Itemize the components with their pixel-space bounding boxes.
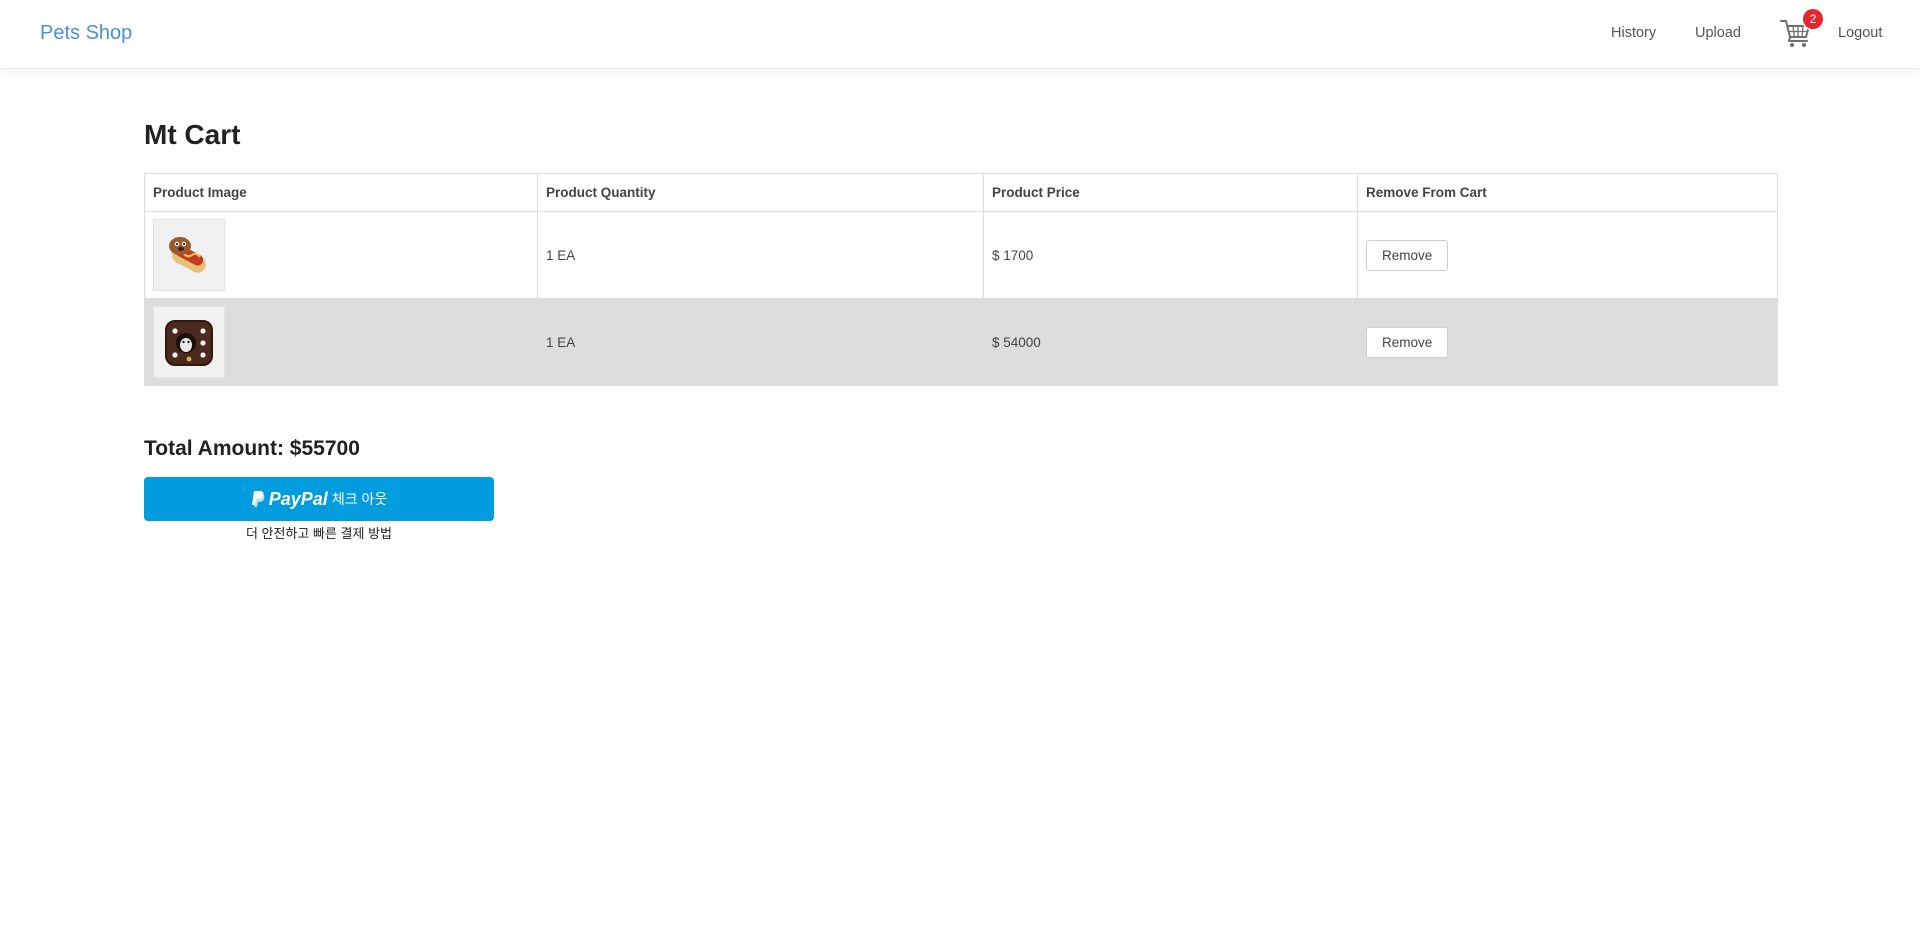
cart-link[interactable]: 2 (1780, 9, 1823, 52)
remove-button[interactable]: Remove (1366, 239, 1449, 271)
header-product-image: Product Image (144, 173, 538, 212)
paypal-logo-text: PayPal (268, 488, 328, 509)
nav-history-link[interactable]: History (1611, 25, 1656, 41)
page-title: Mt Cart (144, 119, 241, 150)
paypal-tagline: 더 안전하고 빠른 결제 방법 (245, 526, 392, 541)
product-price-cell: $ 54000 (983, 298, 1358, 386)
table-row: 1 EA $ 1700 Remove (144, 211, 1778, 299)
paypal-icon (251, 491, 265, 507)
remove-cell: Remove (1357, 298, 1778, 386)
product-quantity-cell: 1 EA (537, 298, 984, 386)
total-amount: Total Amount: $55700 (144, 437, 360, 460)
brand-link[interactable]: Pets Shop (40, 22, 132, 45)
paypal-checkout-button[interactable]: PayPal 체크 아웃 (144, 477, 494, 521)
product-image-cell (144, 211, 538, 299)
product-image-cell (144, 298, 538, 386)
table-header-row: Product Image Product Quantity Product P… (144, 173, 1778, 212)
cart-count-badge: 2 (1803, 9, 1823, 29)
header-product-price: Product Price (983, 173, 1358, 212)
nav-logout-link[interactable]: Logout (1838, 25, 1882, 41)
paypal-checkout-label: 체크 아웃 (331, 491, 388, 507)
dice-pet-house-image (153, 306, 225, 378)
cart-table: Product Image Product Quantity Product P… (144, 173, 1778, 386)
top-navbar: Pets Shop History Upload 2 Logout (0, 0, 1920, 69)
product-quantity-cell: 1 EA (537, 211, 984, 299)
hotdog-toy-image (153, 219, 225, 291)
header-remove-from-cart: Remove From Cart (1357, 173, 1778, 212)
remove-button[interactable]: Remove (1366, 326, 1449, 358)
product-price-cell: $ 1700 (983, 211, 1358, 299)
remove-cell: Remove (1357, 211, 1778, 299)
nav-upload-link[interactable]: Upload (1695, 25, 1741, 41)
table-row: 1 EA $ 54000 Remove (144, 298, 1778, 386)
header-product-quantity: Product Quantity (537, 173, 984, 212)
